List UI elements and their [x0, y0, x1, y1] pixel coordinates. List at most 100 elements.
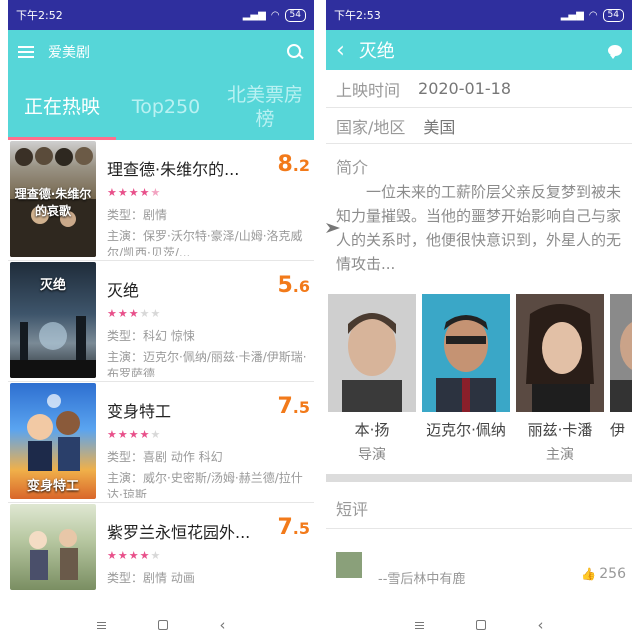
- cast-name: 本·扬: [354, 421, 390, 439]
- movie-card[interactable]: 紫罗兰永恒花园外... 7.5 ★★★★★ 类型：剧情 动画: [8, 503, 314, 593]
- movie-cast: 主演：迈克尔·佩纳/丽兹·卡潘/伊斯瑞·布罗萨德: [107, 349, 313, 377]
- cast-photo: [610, 294, 632, 412]
- app-bar: 爱美剧: [8, 30, 314, 74]
- movie-genre: 类型：科幻 惊悚: [107, 327, 195, 344]
- poster-title: 理查德·朱维尔的哀歌: [14, 187, 92, 218]
- rating-stars: ★★★★★: [107, 186, 162, 199]
- movie-poster: 灭绝: [10, 262, 96, 378]
- genre-value: 科幻 惊悚: [143, 329, 195, 343]
- movie-score: 5.6: [277, 273, 310, 298]
- cast-photo: [516, 294, 604, 412]
- cast-role: 导演: [358, 447, 386, 463]
- cast-member[interactable]: 伊: [610, 294, 632, 440]
- review-user: --雪后林中有鹿: [378, 572, 466, 587]
- battery-icon: 54: [602, 8, 624, 22]
- tab-top250[interactable]: Top250: [116, 74, 216, 140]
- detail-title: 灭绝: [358, 41, 395, 62]
- movie-genre: 类型：剧情: [107, 206, 167, 223]
- release-label: 上映时间: [336, 80, 401, 100]
- genre-label: 类型：: [107, 571, 144, 585]
- score-integer: 7: [277, 515, 293, 540]
- score-decimal: .6: [292, 277, 310, 296]
- cast-label: 主演：: [107, 229, 144, 243]
- wifi-icon: ◠: [588, 9, 598, 21]
- cast-strip: 本·扬 导演 迈克尔·佩纳 丽兹·卡潘 主演 伊: [326, 294, 632, 468]
- release-value: 2020-01-18: [418, 79, 511, 98]
- home-icon[interactable]: [475, 620, 486, 630]
- review-item[interactable]: --雪后林中有鹿 👍 256: [336, 550, 626, 587]
- cast-member[interactable]: 丽兹·卡潘 主演: [516, 294, 604, 464]
- tab-box-office[interactable]: 北美票房榜: [216, 74, 314, 140]
- status-time: 下午2:52: [16, 9, 63, 22]
- rating-stars: ★★★★★: [107, 307, 162, 320]
- cast-role: 主演: [546, 447, 574, 463]
- home-icon[interactable]: [157, 620, 168, 630]
- chat-icon[interactable]: [608, 44, 622, 59]
- genre-value: 剧情 动画: [143, 571, 195, 585]
- movie-cast: 主演：威尔·史密斯/汤姆·赫兰德/拉什达·琼斯: [107, 470, 313, 498]
- movie-poster: 变身特工: [10, 383, 96, 499]
- region-value: 美国: [423, 117, 456, 137]
- cast-name: 伊: [610, 421, 626, 439]
- movie-list-screen: 下午2:52 ▂▄▆ ◠ 54 爱美剧 正在热映 Top250 北美票房榜 理查…: [8, 0, 314, 640]
- poster-title: 变身特工: [26, 479, 79, 494]
- cast-name: 丽兹·卡潘: [527, 421, 593, 439]
- score-decimal: .5: [292, 398, 310, 417]
- genre-label: 类型：: [107, 450, 144, 464]
- movie-title: 理查德·朱维尔的...: [107, 160, 240, 179]
- cast-member[interactable]: 迈克尔·佩纳: [422, 294, 510, 440]
- back-nav-icon[interactable]: ‹: [538, 618, 544, 633]
- region-label: 国家/地区: [336, 117, 406, 137]
- cast-photo: [422, 294, 510, 412]
- battery-icon: 54: [284, 8, 306, 22]
- signal-icon: ▂▄▆: [560, 9, 584, 21]
- status-bar: 下午2:52 ▂▄▆ ◠ 54: [8, 0, 314, 30]
- cast-name: 迈克尔·佩纳: [426, 421, 506, 439]
- movie-title: 紫罗兰永恒花园外...: [107, 523, 251, 542]
- cast-member[interactable]: 本·扬 导演: [328, 294, 416, 464]
- movie-list: 理查德·朱维尔的哀歌 理查德·朱维尔的... 8.2 ★★★★★ 类型：剧情 主…: [8, 140, 314, 593]
- movie-genre: 类型：喜剧 动作 科幻: [107, 448, 223, 465]
- status-icons: ▂▄▆ ◠ 54: [560, 8, 624, 22]
- cast-label: 主演：: [107, 350, 144, 364]
- poster-title: 灭绝: [39, 278, 66, 293]
- recent-apps-icon[interactable]: [414, 621, 424, 629]
- score-integer: 5: [277, 273, 293, 298]
- thumb-up-icon: 👍: [581, 567, 597, 581]
- app-title: 爱美剧: [48, 45, 90, 61]
- wifi-icon: ◠: [270, 9, 280, 21]
- genre-value: 喜剧 动作 科幻: [143, 450, 223, 464]
- divider: [326, 528, 632, 529]
- search-icon[interactable]: [286, 43, 304, 61]
- movie-title: 灭绝: [107, 281, 140, 300]
- section-divider: [326, 474, 632, 482]
- synopsis-text[interactable]: 一位未来的工薪阶层父亲反复梦到被未知力量摧毁。当他的噩梦开始影响自己与家人的关系…: [336, 180, 626, 276]
- movie-cast: 主演：保罗·沃尔特·豪泽/山姆·洛克威尔/凯西·贝茨/...: [107, 228, 313, 256]
- menu-icon[interactable]: [18, 46, 34, 58]
- status-time: 下午2:53: [334, 9, 381, 22]
- tab-now-playing[interactable]: 正在热映: [8, 74, 116, 140]
- score-decimal: .5: [292, 519, 310, 538]
- movie-card[interactable]: 理查德·朱维尔的哀歌 理查德·朱维尔的... 8.2 ★★★★★ 类型：剧情 主…: [8, 140, 314, 261]
- movie-score: 8.2: [277, 152, 310, 177]
- like-count[interactable]: 👍 256: [581, 566, 626, 582]
- signal-icon: ▂▄▆: [242, 9, 266, 21]
- movie-card[interactable]: 灭绝 灭绝 5.6 ★★★★★ 类型：科幻 惊悚 主演：迈克尔·佩纳/丽兹·卡潘…: [8, 261, 314, 382]
- system-nav-bar: ‹: [8, 610, 314, 640]
- genre-value: 剧情: [143, 208, 168, 222]
- movie-detail-screen: 下午2:53 ▂▄▆ ◠ 54 ‹ 灭绝 上映时间 2020-01-18 国家/…: [326, 0, 632, 640]
- tab-bar: 正在热映 Top250 北美票房榜: [8, 74, 314, 140]
- recent-apps-icon[interactable]: [96, 621, 106, 629]
- system-nav-bar: ‹: [326, 610, 632, 640]
- genre-label: 类型：: [107, 208, 144, 222]
- score-integer: 8: [277, 152, 293, 177]
- expand-arrow-icon[interactable]: [326, 222, 340, 234]
- back-nav-icon[interactable]: ‹: [220, 618, 226, 633]
- back-icon[interactable]: ‹: [336, 38, 345, 63]
- genre-label: 类型：: [107, 329, 144, 343]
- rating-stars: ★★★★★: [107, 549, 162, 562]
- score-decimal: .2: [292, 156, 310, 175]
- movie-genre: 类型：剧情 动画: [107, 569, 195, 586]
- poster-art: [29, 529, 78, 580]
- movie-card[interactable]: 变身特工 变身特工 7.5 ★★★★★ 类型：喜剧 动作 科幻 主演：威尔·史密…: [8, 382, 314, 503]
